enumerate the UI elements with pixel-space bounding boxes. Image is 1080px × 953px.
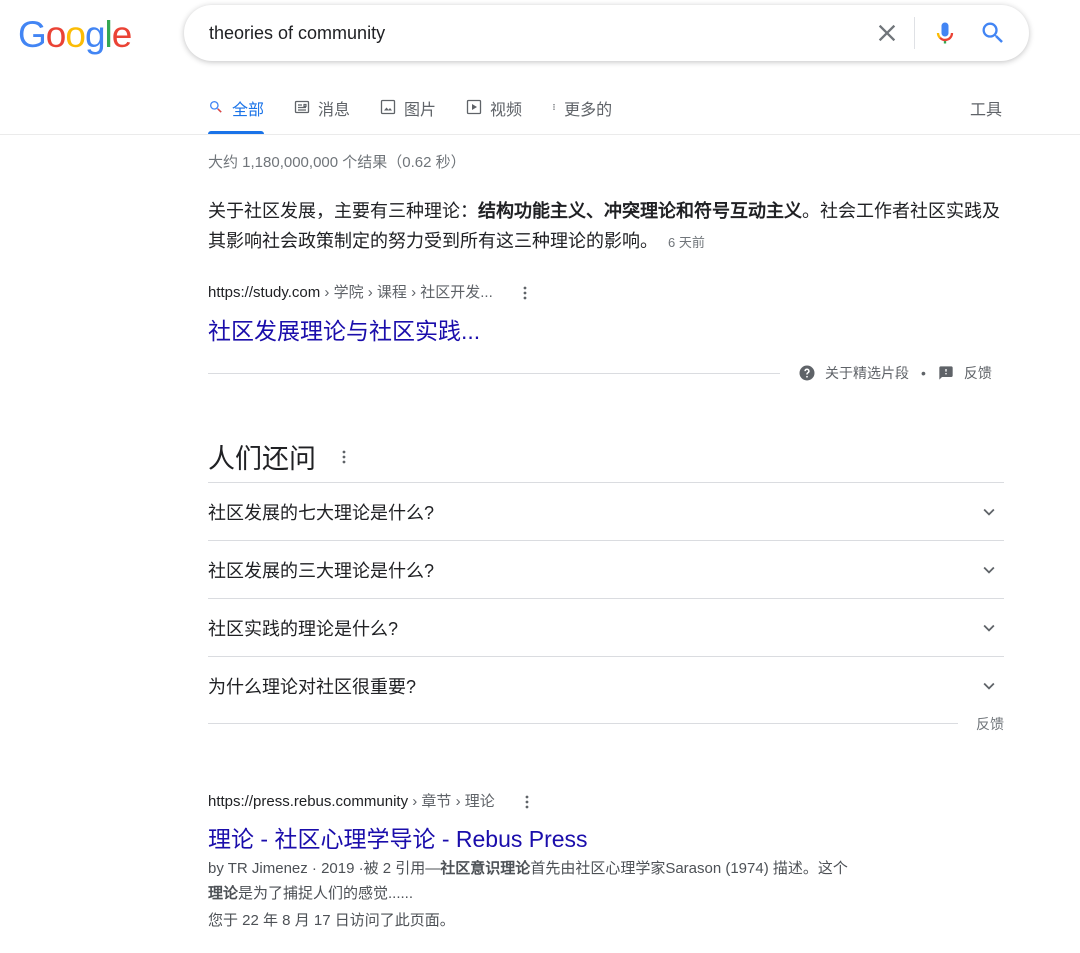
paa-question[interactable]: 为什么理论对社区很重要? — [208, 656, 1004, 714]
paa-question-text: 社区发展的七大理论是什么? — [208, 502, 435, 523]
featured-divider — [208, 373, 780, 374]
snippet-bold: 理论 — [208, 885, 239, 902]
tab-all-label: 全部 — [232, 102, 265, 119]
result-stats: 大约 1,180,000,000 个结果（0.62 秒） — [208, 154, 466, 171]
logo-letter-l: l — [104, 14, 113, 55]
search-icon[interactable] — [979, 19, 1007, 47]
tab-videos-label: 视频 — [490, 102, 523, 119]
header-divider — [0, 134, 1080, 135]
google-logo[interactable]: Google — [18, 14, 133, 56]
video-icon — [466, 99, 482, 115]
paa-feedback-link[interactable]: 反馈 — [976, 714, 1004, 734]
visited-note: 您于 22 年 8 月 17 日访问了此页面。 — [208, 912, 455, 929]
help-icon[interactable] — [798, 364, 816, 382]
tab-more-label: 更多的 — [564, 102, 613, 119]
result-url[interactable]: https://press.rebus.community › 章节 › 理论 — [208, 790, 535, 811]
feedback-link[interactable]: 反馈 — [964, 363, 992, 383]
logo-letter-g: G — [18, 14, 47, 55]
paa-question-text: 社区实践的理论是什么? — [208, 618, 399, 639]
featured-snippet-text: 关于社区发展，主要有三种理论：结构功能主义、冲突理论和符号互动主义。社会工作者社… — [208, 196, 1003, 258]
chevron-down-icon[interactable] — [978, 617, 1000, 639]
tab-images[interactable]: 图片 — [380, 96, 436, 134]
featured-result-url[interactable]: https://study.com › 学院 › 课程 › 社区开发... — [208, 281, 533, 302]
snippet-bold: 社区意识理论 — [440, 860, 531, 877]
snippet-text: 是为了捕捉人们的感觉...... — [238, 885, 414, 902]
tab-news[interactable]: 消息 — [294, 96, 350, 134]
chevron-down-icon[interactable] — [978, 501, 1000, 523]
tab-all[interactable]: 全部 — [208, 96, 265, 134]
about-featured-snippets-link[interactable]: 关于精选片段 — [825, 363, 909, 383]
chevron-down-icon[interactable] — [978, 559, 1000, 581]
search-icon — [210, 101, 222, 113]
paa-divider — [208, 723, 958, 724]
result-meta: by TR Jimenez · 2019 ·被 2 引用— — [208, 860, 441, 877]
url-domain: https://study.com — [208, 284, 321, 301]
snippet-text-bold: 结构功能主义、冲突理论和符号互动主义 — [478, 201, 802, 221]
url-breadcrumb: › 章节 › 理论 — [408, 793, 495, 810]
tab-news-label: 消息 — [318, 102, 351, 119]
more-options-icon[interactable] — [517, 285, 533, 301]
paa-question-text: 社区发展的三大理论是什么? — [208, 560, 435, 581]
search-box[interactable]: theories of community — [184, 5, 1029, 61]
url-domain: https://press.rebus.community — [208, 793, 409, 810]
search-divider — [914, 17, 915, 49]
chevron-down-icon[interactable] — [978, 675, 1000, 697]
logo-letter-e: e — [111, 14, 133, 55]
tab-images-label: 图片 — [404, 102, 437, 119]
people-also-ask-heading: 人们还问 — [208, 437, 352, 476]
featured-snippet-footer: 关于精选片段 • 反馈 — [798, 363, 992, 383]
logo-letter-o2: o — [65, 14, 86, 55]
clear-icon[interactable] — [873, 19, 901, 47]
url-breadcrumb: › 学院 › 课程 › 社区开发... — [320, 284, 493, 301]
result-snippet: by TR Jimenez · 2019 ·被 2 引用—社区意识理论首先由社区… — [208, 856, 968, 906]
snippet-text-start: 关于社区发展，主要有三种理论： — [208, 201, 478, 221]
tools-button[interactable]: 工具 — [970, 96, 1002, 120]
paa-title: 人们还问 — [208, 444, 316, 474]
paa-question[interactable]: 社区实践的理论是什么? — [208, 598, 1004, 656]
logo-letter-o1: o — [45, 14, 67, 55]
snippet-date: 6 天前 — [668, 235, 705, 250]
news-icon — [294, 100, 310, 114]
more-options-icon[interactable] — [336, 449, 352, 465]
tab-more[interactable]: 更多的 — [552, 96, 612, 134]
people-also-ask-list: 社区发展的七大理论是什么? 社区发展的三大理论是什么? 社区实践的理论是什么? … — [208, 482, 1004, 714]
more-vert-icon — [553, 104, 555, 110]
featured-result-title[interactable]: 社区发展理论与社区实践... — [208, 312, 480, 346]
paa-question[interactable]: 社区发展的七大理论是什么? — [208, 482, 1004, 540]
feedback-icon[interactable] — [938, 365, 954, 381]
result-title[interactable]: 理论 - 社区心理学导论 - Rebus Press — [208, 820, 588, 854]
image-icon — [380, 99, 396, 115]
more-options-icon[interactable] — [519, 794, 535, 810]
tab-videos[interactable]: 视频 — [466, 96, 522, 134]
paa-question-text: 为什么理论对社区很重要? — [208, 676, 417, 697]
search-input[interactable]: theories of community — [209, 23, 385, 44]
snippet-text: 首先由社区心理学家Sarason (1974) 描述。这个 — [530, 860, 848, 877]
microphone-icon[interactable] — [931, 19, 959, 47]
paa-question[interactable]: 社区发展的三大理论是什么? — [208, 540, 1004, 598]
logo-letter-g2: g — [84, 14, 106, 55]
search-tabs: 全部 消息 图片 视频 更多的 — [208, 96, 642, 134]
bullet-separator: • — [921, 365, 926, 381]
